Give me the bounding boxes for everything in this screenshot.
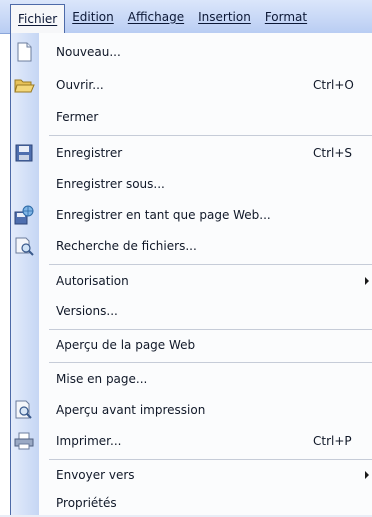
print-preview-icon [13, 399, 35, 421]
menu-item-versions[interactable]: Versions... [11, 297, 372, 325]
menu-item-label: Envoyer vers [56, 468, 135, 482]
new-document-icon [13, 41, 35, 63]
menu-item-label: Nouveau... [56, 45, 121, 59]
menu-item-proprietes[interactable]: Propriétés [11, 489, 372, 517]
open-folder-icon [13, 74, 35, 96]
menu-item-enregistrer-sous[interactable]: Enregistrer sous... [11, 170, 372, 198]
menu-item-label: Enregistrer sous... [56, 177, 165, 191]
menu-item-imprimer[interactable]: Imprimer... Ctrl+P [11, 427, 372, 455]
menu-item-fermer[interactable]: Fermer [11, 103, 372, 131]
menu-format[interactable]: Format [258, 4, 314, 30]
save-disk-icon [13, 142, 35, 164]
menu-edition[interactable]: Edition [65, 4, 121, 30]
menu-bar: Fichier Edition Affichage Insertion Form… [0, 0, 372, 34]
menu-item-label: Imprimer... [56, 434, 122, 448]
menu-item-label: Recherche de fichiers... [56, 239, 197, 253]
menu-item-label: Ouvrir... [56, 78, 104, 92]
menu-fichier[interactable]: Fichier [10, 3, 66, 34]
separator [49, 135, 372, 136]
menu-item-apercu-page-web[interactable]: Aperçu de la page Web [11, 331, 372, 359]
separator [49, 459, 372, 460]
menu-item-label: Versions... [56, 304, 118, 318]
menu-item-envoyer-vers[interactable]: Envoyer vers [11, 461, 372, 489]
separator [49, 329, 372, 330]
menu-item-label: Aperçu de la page Web [56, 338, 196, 352]
menu-item-enregistrer-page-web[interactable]: Enregistrer en tant que page Web... [11, 201, 372, 229]
menu-affichage[interactable]: Affichage [121, 4, 191, 30]
submenu-arrow-icon [365, 471, 369, 479]
menu-item-label: Propriétés [56, 496, 117, 510]
menu-item-label: Fermer [56, 110, 99, 124]
menu-item-nouveau[interactable]: Nouveau... [11, 38, 372, 66]
save-web-page-icon [13, 204, 35, 226]
menu-item-label: Enregistrer en tant que page Web... [56, 208, 271, 222]
fichier-dropdown-menu: Nouveau... Ouvrir... Ctrl+O Fermer Enreg… [10, 33, 372, 515]
menu-item-autorisation[interactable]: Autorisation [11, 267, 372, 295]
submenu-arrow-icon [365, 277, 369, 285]
word-window: Fichier Edition Affichage Insertion Form… [0, 0, 372, 515]
separator [49, 264, 372, 265]
menu-item-label: Mise en page... [56, 372, 148, 386]
menu-item-mise-en-page[interactable]: Mise en page... [11, 365, 372, 393]
shortcut-text: Ctrl+O [313, 78, 354, 92]
file-search-icon [13, 235, 35, 257]
shortcut-text: Ctrl+S [313, 146, 353, 160]
menu-item-label: Aperçu avant impression [56, 403, 206, 417]
shortcut-text: Ctrl+P [313, 434, 352, 448]
menu-insertion[interactable]: Insertion [191, 4, 258, 30]
separator [49, 362, 372, 363]
menu-item-recherche-fichiers[interactable]: Recherche de fichiers... [11, 232, 372, 260]
menu-item-enregistrer[interactable]: Enregistrer Ctrl+S [11, 139, 372, 167]
menu-item-apercu-impression[interactable]: Aperçu avant impression [11, 396, 372, 424]
printer-icon [13, 430, 35, 452]
menu-item-ouvrir[interactable]: Ouvrir... Ctrl+O [11, 71, 372, 99]
menu-item-label: Enregistrer [56, 146, 123, 160]
menu-item-label: Autorisation [56, 274, 129, 288]
